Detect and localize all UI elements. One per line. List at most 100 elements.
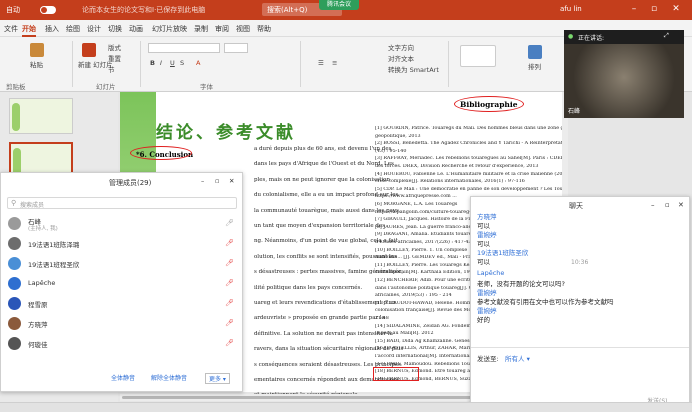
members-header: 管理成员(29) – ▫ ✕ [1, 173, 242, 191]
tab-file[interactable]: 文件 [4, 24, 18, 34]
speaker-name: 石峰 [568, 108, 581, 115]
chat-timestamp: 10:36 [571, 259, 589, 266]
slide-title[interactable]: 结论、参考文献 [156, 118, 316, 143]
divider [300, 41, 301, 87]
chat-input[interactable] [477, 363, 683, 391]
chat-message: 可以 [477, 258, 490, 266]
tab-transitions[interactable]: 切换 [108, 24, 122, 34]
minimize-icon[interactable]: – [628, 3, 640, 15]
member-search-input[interactable]: ⚲ 搜索成员 [7, 197, 237, 209]
video-feed [564, 44, 684, 118]
close-icon[interactable]: ✕ [229, 177, 234, 185]
body-line: a duré depuis plus de 60 ans, est devenu… [254, 146, 392, 152]
slide-thumbnail[interactable] [9, 98, 73, 134]
slides-group-label: 幻灯片 [96, 83, 116, 91]
font-family-select[interactable] [148, 43, 220, 53]
member-name: 方晓萍 [28, 321, 48, 329]
member-name: Lapêche [28, 279, 56, 287]
avatar [8, 317, 21, 330]
member-row[interactable]: 何璇佳 🎤︎ [8, 335, 238, 353]
numbering-icon[interactable]: ≡ [332, 59, 337, 67]
member-name: 19法语1班陈泽璐 [28, 241, 80, 249]
mic-muted-icon[interactable]: 🎤︎ [225, 319, 234, 328]
tab-review[interactable]: 审阅 [215, 24, 229, 34]
convert-smartart-button[interactable]: 转换为 SmartArt [388, 64, 439, 74]
close-icon[interactable]: ✕ [670, 3, 682, 15]
speaking-label: 正在讲话: [578, 35, 605, 42]
send-to-label: 发送至: [477, 355, 499, 363]
clipboard-group-label: 剪贴板 [6, 83, 26, 91]
autosave-toggle[interactable] [40, 6, 56, 14]
new-slide-icon[interactable] [82, 43, 96, 57]
font-color-icon[interactable]: A [196, 59, 200, 67]
member-row[interactable]: 19法语1班程圣欣 🎤︎ [8, 255, 238, 273]
paste-label[interactable]: 粘贴 [30, 59, 43, 69]
avatar [8, 277, 21, 290]
tab-draw[interactable]: 绘图 [66, 24, 80, 34]
mic-muted-icon[interactable]: 🎤︎ [225, 339, 234, 348]
body-line: ardeuvriste » proposée en grande partie … [254, 315, 385, 322]
mic-icon[interactable]: 🎤︎ [225, 219, 234, 228]
autosave-label: 自动 [6, 6, 20, 14]
mic-muted-icon[interactable]: 🎤︎ [225, 239, 234, 248]
user-name[interactable]: afu lin [560, 5, 582, 13]
tab-slideshow[interactable]: 幻灯片放映 [152, 24, 187, 34]
paste-icon[interactable] [30, 43, 44, 57]
mic-muted-icon[interactable]: 🎤︎ [225, 279, 234, 288]
align-text-button[interactable]: 对齐文本 [388, 53, 414, 63]
close-icon[interactable]: ✕ [678, 201, 684, 209]
tab-home[interactable]: 开始 [22, 24, 36, 37]
bold-icon[interactable]: B [150, 59, 155, 67]
body-line: définitive. La solution ne devrait pas i… [254, 330, 393, 337]
font-size-select[interactable] [224, 43, 248, 53]
tab-animations[interactable]: 动画 [129, 24, 143, 34]
pin-icon[interactable]: ⤢ [664, 32, 669, 40]
layout-button[interactable]: 版式 [108, 42, 121, 52]
tab-view[interactable]: 视图 [236, 24, 250, 34]
mic-muted-icon[interactable]: 🎤︎ [225, 299, 234, 308]
divider [448, 41, 449, 87]
member-row[interactable]: 石峰 (主持人, 我) 🎤︎ [8, 215, 238, 233]
italic-icon[interactable]: I [160, 59, 162, 67]
unmute-all-button[interactable]: 解除全体静音 [151, 373, 187, 384]
member-row[interactable]: 方晓萍 🎤︎ [8, 315, 238, 333]
section-button[interactable]: 节 [108, 64, 115, 74]
tab-help[interactable]: 帮助 [257, 24, 271, 34]
powerpoint-window: 自动 论而本女生的论文写和Ⅰ·已保存到此电脑 搜索(Alt+Q) 腾讯会议 af… [0, 0, 692, 412]
send-to-select[interactable]: 所有人 ▾ [505, 353, 530, 363]
mute-all-button[interactable]: 全体静音 [111, 373, 135, 384]
member-row[interactable]: 19法语1班陈泽璐 🎤︎ [8, 235, 238, 253]
more-button[interactable]: 更多 ▾ [205, 373, 230, 384]
member-name: 程雪原 [28, 301, 48, 309]
underline-icon[interactable]: U [170, 59, 175, 67]
title-bar: 自动 论而本女生的论文写和Ⅰ·已保存到此电脑 搜索(Alt+Q) 腾讯会议 af… [0, 0, 692, 20]
reference-entry: [1] GOURDIN, Patrice. Touaregs du Mali. … [375, 126, 565, 131]
tab-design[interactable]: 设计 [87, 24, 101, 34]
chat-sender[interactable]: Lapêche [477, 269, 504, 277]
meeting-indicator[interactable]: 腾讯会议 [319, 0, 359, 10]
shapes-gallery[interactable] [460, 45, 496, 67]
chat-message: 好的 [477, 316, 490, 324]
strikethrough-icon[interactable]: S [180, 59, 184, 67]
document-title: 论而本女生的论文写和Ⅰ·已保存到此电脑 [82, 6, 206, 14]
tab-insert[interactable]: 插入 [45, 24, 59, 34]
arrange-icon[interactable] [528, 45, 542, 59]
mic-muted-icon[interactable]: 🎤︎ [225, 259, 234, 268]
maximize-icon[interactable]: ▫ [648, 3, 660, 15]
arrange-label[interactable]: 排列 [528, 61, 541, 71]
send-to-value: 所有人 [505, 355, 525, 363]
tab-record[interactable]: 录制 [194, 24, 208, 34]
minimize-icon[interactable]: – [201, 177, 204, 185]
member-row[interactable]: 程雪原 🎤︎ [8, 295, 238, 313]
member-row[interactable]: Lapêche 🎤︎ [8, 275, 238, 293]
chat-title: 聊天 [569, 202, 583, 210]
minimize-icon[interactable]: – [651, 201, 655, 209]
maximize-icon[interactable]: ▫ [665, 201, 670, 209]
reset-button[interactable]: 重置 [108, 53, 121, 63]
divider [72, 41, 73, 87]
maximize-icon[interactable]: ▫ [215, 177, 219, 185]
bullets-icon[interactable]: ☰ [318, 59, 324, 67]
text-direction-button[interactable]: 文字方向 [388, 42, 414, 52]
reference-entry: [3] RAFFRAY, Mériadec. Les rébellions to… [375, 156, 565, 162]
chat-panel: 聊天 – ▫ ✕ 方晓萍 可以 雷婉婷 可以 19法语1班陈圣欣 可以 10:36 Lap… [470, 196, 690, 408]
